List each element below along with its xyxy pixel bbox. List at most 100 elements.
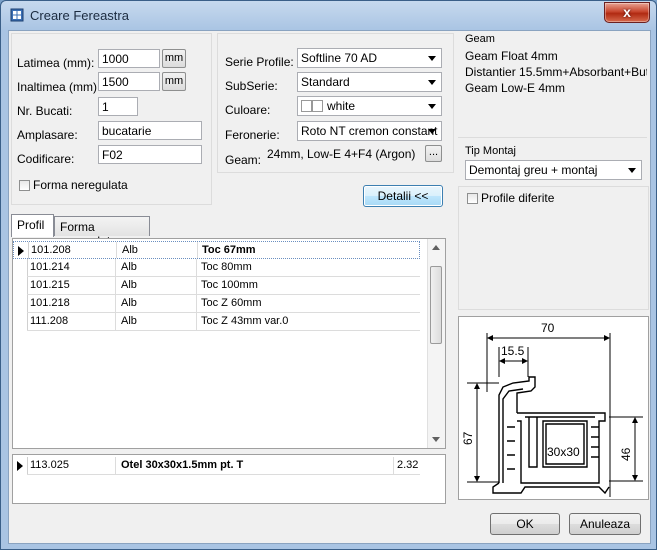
table-row[interactable]: 101.215 Alb Toc 100mm [13,277,420,295]
otel-code: 113.025 [30,459,69,471]
profil-name: Toc 100mm [201,279,258,291]
otel-name: Otel 30x30x1.5mm pt. T [121,459,244,471]
color-swatch-icon [301,100,312,112]
profil-name: Toc 80mm [201,261,252,273]
window-app-icon [10,8,24,22]
geam-info-title: Geam [465,33,495,45]
table-row[interactable]: 113.025 Otel 30x30x1.5mm pt. T 2.32 [13,457,420,475]
feronerie-select[interactable]: Roto NT cremon constant [297,121,442,141]
current-row-icon [17,461,23,471]
col-divider [115,277,116,295]
cancel-button[interactable]: Anuleaza [569,513,641,535]
col-divider [115,313,116,331]
row-indicator [13,295,28,312]
codificare-input[interactable]: F02 [98,145,202,164]
profil-code: 101.208 [31,244,71,256]
forma-neregulata-label: Forma neregulata [33,178,128,192]
feronerie-value: Roto NT cremon constant [301,124,438,138]
profil-code: 101.215 [30,279,70,291]
latime-unit-button[interactable]: mm [162,49,186,68]
culoare-select[interactable]: white [297,96,442,116]
bucati-input[interactable]: 1 [98,97,138,116]
scrollbar-thumb[interactable] [430,266,442,344]
subserie-value: Standard [301,75,350,89]
ok-button[interactable]: OK [490,513,560,535]
profil-code: 111.208 [30,315,69,327]
tab-profil[interactable]: Profil [11,214,54,237]
amplasare-input[interactable]: bucatarie [98,121,202,140]
col-divider [196,277,197,295]
geam-browse-button[interactable]: ... [425,145,442,162]
geam-info-line: Distantier 15.5mm+Absorbant+Butilen [465,65,647,79]
profil-code: 101.214 [30,261,70,273]
subserie-select[interactable]: Standard [297,72,442,92]
table-row[interactable]: 101.208 Alb Toc 67mm [13,241,420,259]
row-indicator [13,277,28,294]
culoare-label: Culoare: [225,103,271,117]
inaltime-input[interactable]: 1500 [98,72,160,91]
row-divider [27,330,420,331]
row-indicator [13,259,28,276]
tip-montaj-value: Demontaj greu + montaj [469,163,598,177]
profile-diferite-label: Profile diferite [481,191,555,205]
profile-drawing-frame: 70 15.5 67 46 30x30 [458,316,649,500]
row-indicator [14,242,29,259]
detalii-button[interactable]: Detalii << [363,185,443,207]
profile-diferite-checkbox[interactable] [467,193,478,204]
chevron-down-icon [628,168,636,173]
dialog-client-area: Latimea (mm): 1000 mm Inaltimea (mm): 15… [8,30,651,544]
geam-info-line: Geam Low-E 4mm [465,81,566,95]
table-row[interactable]: 101.214 Alb Toc 80mm [13,259,420,277]
profil-name: Toc Z 60mm [201,297,262,309]
chevron-down-icon [428,104,436,109]
window-title: Creare Fereastra [30,8,129,23]
serie-value: Softline 70 AD [301,51,378,65]
profil-name: Toc 67mm [202,244,256,256]
color-swatch-icon [312,100,323,112]
codificare-label: Codificare: [17,152,75,166]
col-divider [196,259,197,277]
profil-color: Alb [121,279,137,291]
latime-input[interactable]: 1000 [98,49,160,68]
row-divider [27,474,420,475]
profil-code: 101.218 [30,297,70,309]
window-frame: Creare Fereastra x Latimea (mm): 1000 mm… [0,0,657,550]
chevron-down-icon [428,80,436,85]
col-divider [393,457,394,475]
col-divider [196,313,197,331]
serie-profile-select[interactable]: Softline 70 AD [297,48,442,68]
otel-table[interactable]: 113.025 Otel 30x30x1.5mm pt. T 2.32 [12,454,446,504]
close-button[interactable]: x [604,2,650,23]
inaltime-label: Inaltimea (mm): [17,80,101,94]
dim-width-70: 70 [541,321,555,335]
col-divider [197,242,198,258]
profil-color: Alb [122,244,138,256]
feronerie-label: Feronerie: [225,128,280,142]
amplasare-label: Amplasare: [17,128,78,142]
table-row[interactable]: 101.218 Alb Toc Z 60mm [13,295,420,313]
chevron-down-icon [428,129,436,134]
row-indicator [13,457,28,474]
inaltime-unit-button[interactable]: mm [162,72,186,91]
col-divider [196,295,197,313]
subserie-label: SubSerie: [225,79,278,93]
tip-montaj-select[interactable]: Demontaj greu + montaj [465,160,642,180]
col-divider [115,457,116,475]
geam-label: Geam: [225,153,262,167]
close-icon: x [623,4,631,20]
table-row[interactable]: 111.208 Alb Toc Z 43mm var.0 [13,313,420,331]
scroll-down-icon[interactable] [432,437,440,442]
col-divider [115,259,116,277]
profil-table-scrollbar[interactable] [427,239,445,448]
profil-color: Alb [121,297,137,309]
profil-color: Alb [121,315,137,327]
tab-forma-neregulata[interactable]: Forma neregulata [54,216,150,248]
forma-neregulata-checkbox[interactable] [19,180,30,191]
geam-info-line: Geam Float 4mm [465,49,558,63]
profil-table[interactable]: 101.208 Alb Toc 67mm 101.214 Alb Toc 80m… [12,238,446,449]
dim-height-67: 67 [461,431,475,445]
scroll-up-icon[interactable] [432,245,440,250]
title-bar[interactable]: Creare Fereastra x [1,1,656,29]
steel-section-label: 30x30 [547,445,580,459]
current-row-icon [18,246,24,256]
